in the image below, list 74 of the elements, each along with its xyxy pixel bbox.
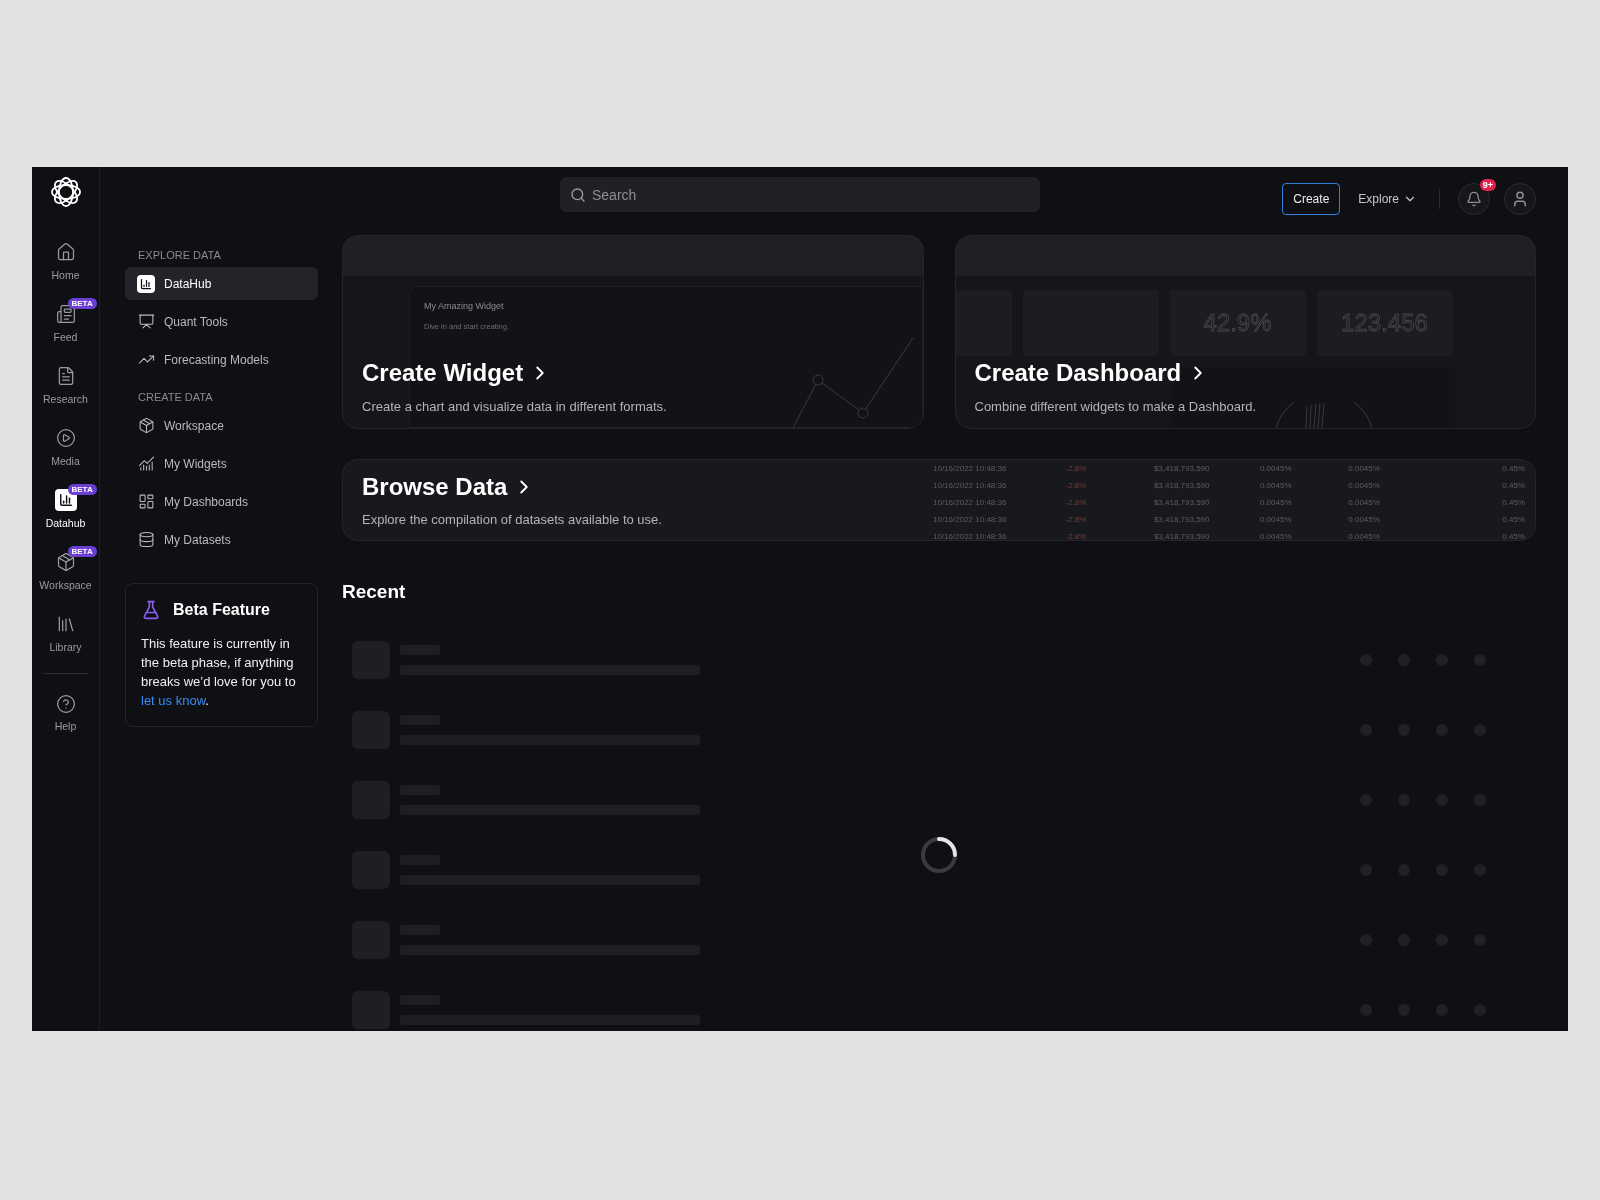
preview-table-cell-text: 10/16/2022 10:48:36 bbox=[933, 531, 1008, 540]
explore-menu[interactable]: Explore bbox=[1354, 188, 1421, 210]
card-description: Combine different widgets to make a Dashboard. bbox=[974, 399, 1257, 414]
sidebar-item[interactable]: DataHub bbox=[125, 267, 318, 300]
preview-table-cell-text: 0.0045% bbox=[1259, 514, 1293, 526]
bar-chart-icon bbox=[137, 274, 155, 293]
rail-nav-item[interactable]: Media bbox=[34, 421, 97, 483]
help-icon bbox=[55, 694, 76, 714]
beta-badge: BETA bbox=[67, 484, 97, 495]
rail-nav-item[interactable]: Library bbox=[34, 607, 97, 669]
user-icon bbox=[1511, 190, 1529, 208]
sidebar-item[interactable]: My Datasets bbox=[125, 523, 318, 556]
preview-title: My Amazing Widget bbox=[424, 301, 505, 311]
preview-table-cell-text: 0.0045% bbox=[1348, 497, 1381, 509]
card-title: Create Widget bbox=[362, 359, 524, 387]
preview-table-cell-text: 10/16/2022 10:48:36 bbox=[933, 463, 1008, 475]
rail-nav-item[interactable]: Research bbox=[34, 359, 97, 421]
card-description: Create a chart and visualize data in different formats. bbox=[362, 399, 667, 414]
preview-table-cell-text: 0.0045% bbox=[1348, 531, 1381, 540]
card-description: Explore the compilation of datasets available to use. bbox=[362, 512, 662, 527]
preview-table-cell-text: -2.8% bbox=[1065, 531, 1088, 540]
bell-icon bbox=[1466, 191, 1482, 207]
test-tube-icon bbox=[141, 600, 161, 620]
database-icon bbox=[137, 530, 155, 549]
sidebar-item[interactable]: Workspace bbox=[125, 409, 318, 442]
sidebar-item[interactable]: My Widgets bbox=[125, 447, 318, 480]
section-heading: CREATE DATA bbox=[138, 391, 214, 403]
package-icon bbox=[137, 416, 155, 435]
logo-icon[interactable] bbox=[48, 175, 83, 209]
card-title: Browse Data bbox=[362, 473, 508, 501]
rail-nav-item[interactable]: BETA Workspace bbox=[34, 545, 97, 607]
preview-table-cell-text: -2.8% bbox=[1065, 480, 1088, 492]
preview-table-cell-text: 10/16/2022 10:48:36 bbox=[933, 497, 1008, 509]
rail-nav-item[interactable]: BETA Datahub bbox=[34, 483, 97, 545]
dashboard-icon bbox=[137, 492, 155, 511]
section-title: Recent bbox=[342, 581, 407, 603]
preview-table-cell-text: -2.8% bbox=[1065, 463, 1088, 475]
preview-table-cell-text: 0.0045% bbox=[1259, 531, 1293, 540]
preview-table-cell-text: -2.8% bbox=[1065, 497, 1088, 509]
preview-table-cell-text: 0.0045% bbox=[1348, 463, 1381, 475]
preview-table-cell-text: 0.45% bbox=[1501, 531, 1525, 540]
preview-table-cell-text: -2.8% bbox=[1065, 514, 1088, 526]
presentation-icon bbox=[137, 312, 155, 331]
beta-badge: BETA bbox=[67, 546, 97, 557]
sidebar-item[interactable]: Forecasting Models bbox=[125, 343, 318, 376]
browse-data-card[interactable] bbox=[342, 459, 1536, 541]
preview-table-cell-text: 0.0045% bbox=[1348, 514, 1381, 526]
sidebar-item[interactable]: Quant Tools bbox=[125, 305, 318, 338]
preview-table-cell-text: 0.0045% bbox=[1259, 480, 1293, 492]
preview-table-cell-text: 0.45% bbox=[1501, 480, 1525, 492]
rail-nav-item[interactable]: BETA Feed bbox=[34, 297, 97, 359]
preview-table-cell-text: 0.0045% bbox=[1259, 463, 1293, 475]
card-title: Create Dashboard bbox=[974, 359, 1182, 387]
rail-nav-item[interactable]: Home bbox=[34, 235, 97, 297]
preview-table-cell-text: 0.0045% bbox=[1348, 480, 1381, 492]
card-title: Beta Feature bbox=[173, 601, 270, 619]
section-heading: EXPLORE DATA bbox=[138, 249, 222, 261]
preview-table-cell-text: 0.0045% bbox=[1259, 497, 1293, 509]
beta-description: This feature is currently in the beta phase, if anything breaks we’d love for you to let us know. bbox=[141, 635, 297, 710]
profile-button[interactable] bbox=[1504, 183, 1536, 215]
play-icon bbox=[54, 427, 77, 449]
search-icon bbox=[570, 187, 586, 203]
search-field[interactable]: Search bbox=[560, 177, 1040, 212]
sidebar-item[interactable]: My Dashboards bbox=[125, 485, 318, 518]
notification-badge: 9+ bbox=[1479, 179, 1496, 191]
preview-table-cell-text: 0.45% bbox=[1501, 463, 1525, 475]
preview-table-cell-text: 10/16/2022 10:48:36 bbox=[933, 514, 1008, 526]
preview-table-cell-text: 0.45% bbox=[1501, 497, 1525, 509]
help-nav-item[interactable]: Help bbox=[34, 688, 97, 750]
preview-table-cell-text: 10/16/2022 10:48:36 bbox=[933, 480, 1008, 492]
create-button[interactable]: Create bbox=[1282, 183, 1341, 215]
chart-icon bbox=[137, 454, 155, 473]
preview-table-cell-text: 0.45% bbox=[1501, 514, 1525, 526]
beta-badge: BETA bbox=[67, 298, 97, 309]
